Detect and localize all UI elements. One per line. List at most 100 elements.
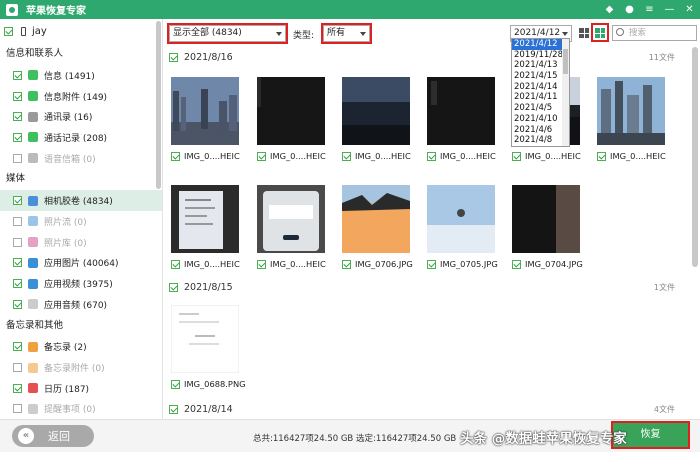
date-options: 2021/4/12 2019/11/28 2021/4/13 2021/4/15 202… xyxy=(512,39,569,146)
date-option[interactable]: 2021/4/12 xyxy=(512,39,569,50)
date-option[interactable]: 2021/4/11 xyxy=(512,92,569,103)
photo-preview[interactable] xyxy=(342,185,410,253)
photo-thumbnail[interactable]: IMG_0....HEIC xyxy=(257,77,326,163)
sidebar-item-checkbox[interactable] xyxy=(13,342,22,352)
photo-preview[interactable] xyxy=(257,185,325,253)
photo-checkbox[interactable] xyxy=(171,379,180,389)
photo-checkbox[interactable] xyxy=(257,259,266,269)
photo-preview[interactable] xyxy=(257,77,325,145)
photo-checkbox[interactable] xyxy=(171,259,180,269)
sidebar-item-checkbox[interactable] xyxy=(13,258,22,268)
photo-thumbnail[interactable]: IMG_0....HEIC xyxy=(257,185,326,271)
device-checkbox[interactable] xyxy=(4,26,13,36)
menu-icon[interactable]: ≡ xyxy=(643,0,656,19)
sidebar-item-checkbox[interactable] xyxy=(13,279,22,289)
photo-checkbox[interactable] xyxy=(257,151,266,161)
photo-thumbnail[interactable]: IMG_0....HEIC xyxy=(427,77,496,163)
photo-checkbox[interactable] xyxy=(171,151,180,161)
photo-checkbox[interactable] xyxy=(342,151,351,161)
sidebar-item[interactable]: 照片流 (0) xyxy=(0,211,162,232)
photo-thumbnail[interactable]: IMG_0....HEIC xyxy=(171,77,240,163)
photo-thumbnail[interactable]: IMG_0688.PNG xyxy=(171,305,246,391)
photo-preview[interactable] xyxy=(512,185,580,253)
date-dropdown-list[interactable]: 2021/4/12 2019/11/28 2021/4/13 2021/4/15 202… xyxy=(511,38,570,147)
sidebar-item[interactable]: 相机胶卷 (4834) xyxy=(0,190,162,212)
photo-preview[interactable] xyxy=(171,77,239,145)
photo-checkbox[interactable] xyxy=(342,259,351,269)
sidebar-item-checkbox[interactable] xyxy=(13,216,22,226)
date-option[interactable]: 2021/4/10 xyxy=(512,114,569,125)
sidebar-item[interactable]: 应用音频 (670) xyxy=(0,294,162,315)
sidebar-item[interactable]: 应用图片 (40064) xyxy=(0,253,162,274)
sidebar-item[interactable]: 备忘录 (2) xyxy=(0,337,162,358)
photo-checkbox[interactable] xyxy=(427,259,436,269)
photo-preview[interactable] xyxy=(427,185,495,253)
device-row[interactable]: jay xyxy=(0,19,162,43)
content-scrollbar[interactable] xyxy=(692,47,698,419)
photo-caption: IMG_0....HEIC xyxy=(597,149,666,163)
sidebar-item[interactable]: 提醒事项 (0) xyxy=(0,399,162,419)
photo-preview[interactable] xyxy=(171,185,239,253)
group-checkbox[interactable] xyxy=(169,404,178,414)
photo-checkbox[interactable] xyxy=(597,151,606,161)
sidebar-item[interactable]: 通讯录 (16) xyxy=(0,106,162,127)
diamond-icon[interactable]: ◆ xyxy=(603,0,616,19)
sidebar-item-checkbox[interactable] xyxy=(13,70,22,80)
sidebar-item-checkbox[interactable] xyxy=(13,363,22,373)
date-option[interactable]: 2021/4/6 xyxy=(512,125,569,136)
sidebar-scrollbar[interactable] xyxy=(156,21,162,411)
photo-thumbnail[interactable]: IMG_0706.JPG xyxy=(342,185,413,271)
photo-preview[interactable] xyxy=(171,305,239,373)
sidebar-item[interactable]: 照片库 (0) xyxy=(0,232,162,253)
date-option[interactable]: 2021/4/14 xyxy=(512,82,569,93)
search-input[interactable]: 搜索 xyxy=(612,25,697,41)
sidebar-item[interactable]: 日历 (187) xyxy=(0,378,162,399)
sidebar-item-checkbox[interactable] xyxy=(13,404,22,414)
sidebar-item[interactable]: 应用视频 (3975) xyxy=(0,273,162,294)
sidebar-item[interactable]: 信息附件 (149) xyxy=(0,86,162,107)
sidebar-item[interactable]: 信息 (1491) xyxy=(0,65,162,86)
photo-checkbox[interactable] xyxy=(512,151,521,161)
date-option[interactable]: 2021/4/8 xyxy=(512,135,569,146)
photo-thumbnail[interactable]: IMG_0....HEIC xyxy=(342,77,411,163)
photo-caption: IMG_0....HEIC xyxy=(257,257,326,271)
content-scroll-thumb[interactable] xyxy=(692,47,698,267)
sidebar-item[interactable]: 备忘录附件 (0) xyxy=(0,357,162,378)
minimize-icon[interactable]: — xyxy=(663,0,676,19)
sidebar-item[interactable]: 通话记录 (208) xyxy=(0,127,162,148)
date-list-scrollbar[interactable] xyxy=(562,39,569,146)
photo-preview[interactable] xyxy=(427,77,495,145)
sidebar-item-checkbox[interactable] xyxy=(13,196,22,206)
sidebar-section-title: 备忘录和其他 xyxy=(6,319,64,331)
type-highlight xyxy=(321,23,372,44)
sidebar-item-checkbox[interactable] xyxy=(13,383,22,393)
list-view-icon[interactable] xyxy=(577,26,591,40)
photo-thumbnail[interactable]: IMG_0....HEIC xyxy=(171,185,240,271)
photo-preview[interactable] xyxy=(597,77,665,145)
sidebar-item-checkbox[interactable] xyxy=(13,299,22,309)
sidebar-scroll-thumb[interactable] xyxy=(156,21,161,189)
photo-thumbnail[interactable]: IMG_0704.JPG xyxy=(512,185,583,271)
photo-checkbox[interactable] xyxy=(427,151,436,161)
date-option[interactable]: 2021/4/15 xyxy=(512,71,569,82)
photo-preview[interactable] xyxy=(342,77,410,145)
photo-thumbnail[interactable]: IMG_0....HEIC xyxy=(597,77,666,163)
date-option[interactable]: 2019/11/28 xyxy=(512,50,569,61)
photo-checkbox[interactable] xyxy=(512,259,521,269)
chat-icon[interactable]: ● xyxy=(623,0,636,19)
sidebar-item-checkbox[interactable] xyxy=(13,91,22,101)
sidebar-item-checkbox[interactable] xyxy=(13,132,22,142)
date-option[interactable]: 2021/4/13 xyxy=(512,60,569,71)
back-button[interactable]: « 返回 xyxy=(12,425,94,447)
date-list-scroll-thumb[interactable] xyxy=(563,49,568,74)
sidebar-item-checkbox[interactable] xyxy=(13,237,22,247)
group-checkbox[interactable] xyxy=(169,282,178,292)
sidebar-item-checkbox[interactable] xyxy=(13,112,22,122)
close-icon[interactable]: ✕ xyxy=(683,0,696,19)
photo-grid: 2021/8/16 11文件 2021/8/15 1文件 2021/8/14 4文件 IMG… xyxy=(165,47,689,419)
sidebar-item-checkbox[interactable] xyxy=(13,153,22,163)
date-option[interactable]: 2021/4/5 xyxy=(512,103,569,114)
group-checkbox[interactable] xyxy=(169,52,178,62)
photo-thumbnail[interactable]: IMG_0705.JPG xyxy=(427,185,498,271)
sidebar-item[interactable]: 语音信箱 (0) xyxy=(0,148,162,169)
